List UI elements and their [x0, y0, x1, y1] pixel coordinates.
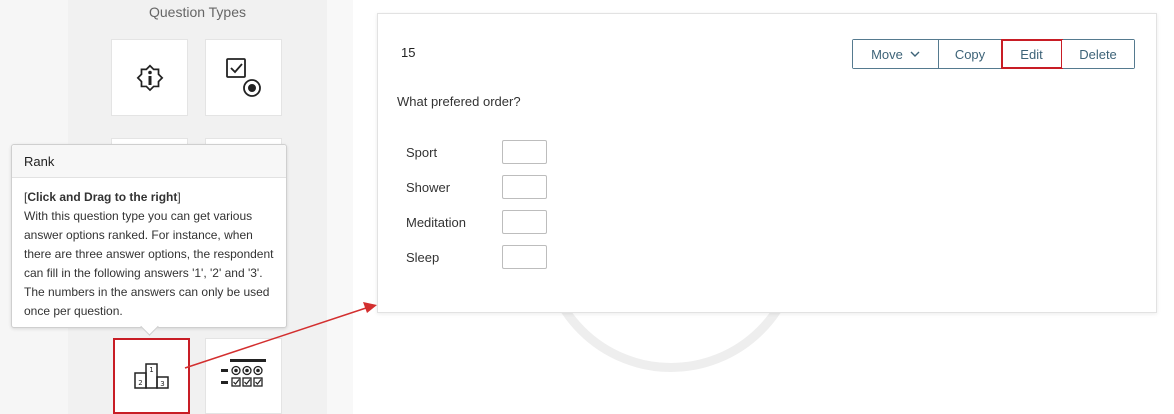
tooltip-body: [Click and Drag to the right] With this …	[12, 178, 286, 321]
panel-divider	[327, 0, 353, 414]
rank-option-row: Sport	[406, 140, 547, 164]
question-text: What prefered order?	[397, 94, 521, 109]
move-button-label: Move	[871, 46, 903, 62]
rank-option-label: Meditation	[406, 214, 466, 230]
tooltip-instruction: Click and Drag to the right	[27, 190, 178, 204]
rank-tooltip: Rank [Click and Drag to the right] With …	[11, 144, 287, 328]
move-button[interactable]: Move	[853, 40, 939, 68]
rank-input-sleep[interactable]	[502, 245, 547, 269]
question-type-info-tile[interactable]	[111, 39, 188, 116]
rank-option-row: Shower	[406, 175, 547, 199]
rank-option-label: Sleep	[406, 249, 440, 265]
edit-button[interactable]: Edit	[1001, 39, 1063, 69]
rank-option-label: Sport	[406, 144, 438, 160]
rank-input-shower[interactable]	[502, 175, 547, 199]
matrix-icon	[220, 359, 266, 387]
rank-podium-icon: 1 2 3	[133, 363, 169, 389]
question-type-matrix-tile[interactable]	[205, 338, 282, 414]
rank-option-row: Sleep	[406, 245, 547, 269]
rank-input-sport[interactable]	[502, 140, 547, 164]
chevron-down-icon	[910, 51, 920, 57]
podium-second-label: 2	[138, 379, 142, 387]
tooltip-description: With this question type you can get vari…	[24, 209, 274, 318]
rank-option-label: Shower	[406, 179, 451, 195]
checkbox-radio-icon	[225, 57, 261, 97]
podium-third-label: 3	[160, 380, 164, 388]
rank-input-meditation[interactable]	[502, 210, 547, 234]
podium-first-label: 1	[149, 366, 153, 374]
question-number: 15	[401, 45, 416, 60]
tooltip-title: Rank	[12, 145, 286, 178]
delete-button[interactable]: Delete	[1062, 40, 1134, 68]
copy-button[interactable]: Copy	[939, 40, 1002, 68]
panel-title: Question Types	[148, 4, 247, 20]
question-type-checkbox-tile[interactable]	[205, 39, 282, 116]
tooltip-bracket-close: ]	[177, 190, 181, 204]
info-icon	[136, 64, 163, 91]
question-type-rank-tile[interactable]: 1 2 3	[113, 338, 190, 414]
question-card[interactable]: 15 Move Copy Edit Delete What prefered o…	[377, 13, 1157, 313]
question-toolbar: Move Copy Edit Delete	[852, 39, 1135, 69]
rank-option-row: Meditation	[406, 210, 547, 234]
